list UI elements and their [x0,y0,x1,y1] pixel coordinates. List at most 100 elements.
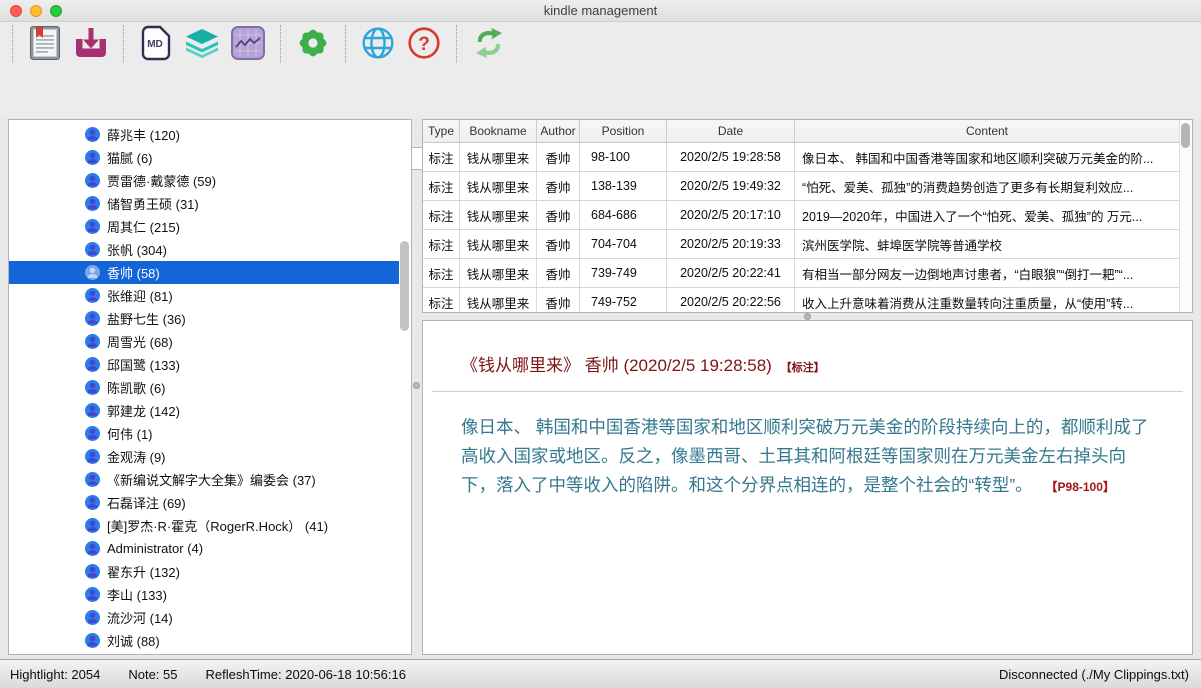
zoom-button[interactable] [50,5,62,17]
column-header-type[interactable]: Type [423,120,460,142]
author-list-item[interactable]: 陈凯歌 (6) [9,376,399,399]
help-icon: ? [407,26,441,63]
toolbar-separator [12,25,13,63]
author-list-item[interactable]: 张帆 (304) [9,238,399,261]
author-label: 张帆 (304) [107,240,167,259]
author-list-item[interactable]: 石磊译注 (69) [9,491,399,514]
table-scrollbar-thumb[interactable] [1181,123,1190,148]
cell-content: 像日本、 韩国和中国香港等国家和地区顺利突破万元美金的阶... [795,143,1179,171]
cell-type: 标注 [423,259,460,287]
status-refresh-time: RefleshTime: 2020-06-18 10:56:16 [206,667,406,682]
author-label: 邱国鹭 (133) [107,355,180,374]
column-header-bookname[interactable]: Bookname [460,120,537,142]
author-list-item[interactable]: 流沙河 (14) [9,606,399,629]
svg-text:?: ? [418,34,430,55]
cell-content: 有相当一部分网友一边倒地声讨患者，“白眼狼”“倒打一耙”“... [795,259,1179,287]
author-list-item[interactable]: [美]罗杰·R·霍克（RogerR.Hock） (41) [9,514,399,537]
author-list-item[interactable]: 周其仁 (215) [9,215,399,238]
cell-position: 98-100 [580,143,667,171]
titlebar: kindle management [0,0,1201,22]
table-row[interactable]: 标注 钱从哪里来 香帅 98-100 2020/2/5 19:28:58 像日本… [423,143,1179,172]
person-icon [85,610,100,625]
refresh-icon [471,27,507,62]
notes-button[interactable] [22,23,68,65]
vertical-splitter-handle[interactable] [413,382,420,389]
cell-date: 2020/2/5 19:28:58 [667,143,795,171]
column-header-author[interactable]: Author [537,120,580,142]
settings-button[interactable] [290,23,336,65]
sidebar-scrollbar-thumb[interactable] [400,241,409,331]
table-row[interactable]: 标注 钱从哪里来 香帅 704-704 2020/2/5 20:19:33 滨州… [423,230,1179,259]
cell-bookname: 钱从哪里来 [460,201,537,229]
toolbar-separator [345,25,346,63]
status-highlight-count: Hightlight: 2054 [10,667,100,682]
notes-icon [30,26,60,63]
help-button[interactable]: ? [401,23,447,65]
author-list-item[interactable]: 李山 (133) [9,583,399,606]
author-list-item[interactable]: 薛兆丰 (120) [9,123,399,146]
statistics-button[interactable] [225,23,271,65]
author-label: 石磊译注 (69) [107,493,186,512]
refresh-button[interactable] [466,23,512,65]
detail-position-ref: 【P98-100】 [1046,480,1115,494]
person-icon [85,472,100,487]
author-label: 贾雷德·戴蒙德 (59) [107,171,216,190]
detail-body: 像日本、 韩国和中国香港等国家和地区顺利突破万元美金的阶段持续向上的，都顺利成了… [461,413,1152,502]
author-list-item[interactable]: 周雪光 (68) [9,330,399,353]
markdown-export-button[interactable]: MD [133,23,179,65]
cell-type: 标注 [423,143,460,171]
table-row[interactable]: 标注 钱从哪里来 香帅 684-686 2020/2/5 20:17:10 20… [423,201,1179,230]
person-icon [85,495,100,510]
author-list-panel: 薛兆丰 (120) 猫腻 (6) [8,119,412,655]
language-button[interactable] [355,23,401,65]
author-label: 陈凯歌 (6) [107,378,166,397]
person-icon [85,426,100,441]
table-row[interactable]: 标注 钱从哪里来 香帅 739-749 2020/2/5 20:22:41 有相… [423,259,1179,288]
column-header-position[interactable]: Position [580,120,667,142]
person-icon [85,403,100,418]
cell-date: 2020/2/5 20:17:10 [667,201,795,229]
author-list-item[interactable]: 贾雷德·戴蒙德 (59) [9,169,399,192]
author-list-item[interactable]: 《新编说文解字大全集》编委会 (37) [9,468,399,491]
layers-export-button[interactable] [179,23,225,65]
author-label: Administrator (4) [107,541,203,556]
author-list-item[interactable]: 邱国鹭 (133) [9,353,399,376]
search-row: Search ALL [0,66,1201,118]
person-icon [85,265,100,280]
cell-type: 标注 [423,201,460,229]
author-list-item[interactable]: 金观涛 (9) [9,445,399,468]
table-row[interactable]: 标注 钱从哪里来 香帅 749-752 2020/2/5 20:22:56 收入… [423,288,1179,313]
layers-icon [185,28,219,61]
statusbar: Hightlight: 2054 Note: 55 RefleshTime: 2… [0,659,1201,688]
author-list-item[interactable]: Administrator (4) [9,537,399,560]
minimize-button[interactable] [30,5,42,17]
author-list-item[interactable]: 何伟 (1) [9,422,399,445]
author-list-item[interactable]: 猫腻 (6) [9,146,399,169]
author-list-item[interactable]: 盐野七生 (36) [9,307,399,330]
cell-position: 749-752 [580,288,667,313]
cell-author: 香帅 [537,143,580,171]
horizontal-splitter-handle[interactable] [804,313,811,320]
cell-position: 704-704 [580,230,667,258]
cell-position: 138-139 [580,172,667,200]
close-button[interactable] [10,5,22,17]
author-list-item[interactable]: 郭建龙 (142) [9,399,399,422]
import-button[interactable] [68,23,114,65]
svg-text:MD: MD [147,39,163,50]
column-header-content[interactable]: Content [795,120,1179,142]
table-row[interactable]: 标注 钱从哪里来 香帅 138-139 2020/2/5 19:49:32 “怕… [423,172,1179,201]
status-note-count: Note: 55 [128,667,177,682]
author-list-item[interactable]: 储智勇王硕 (31) [9,192,399,215]
person-icon [85,541,100,556]
column-header-date[interactable]: Date [667,120,795,142]
author-list-item[interactable]: 翟东升 (132) [9,560,399,583]
author-list-item[interactable]: 刘诚 (88) [9,629,399,652]
cell-content: “怕死、爱美、孤独”的消费趋势创造了更多有长期复利效应... [795,172,1179,200]
cell-bookname: 钱从哪里来 [460,288,537,313]
author-label: 翟东升 (132) [107,562,180,581]
clippings-table-panel: Type Bookname Author Position Date Conte… [422,119,1193,313]
author-list-item[interactable]: 香帅 (58) [9,261,399,284]
cell-position: 684-686 [580,201,667,229]
table-scrollbar[interactable] [1179,120,1192,312]
author-list-item[interactable]: 张维迎 (81) [9,284,399,307]
